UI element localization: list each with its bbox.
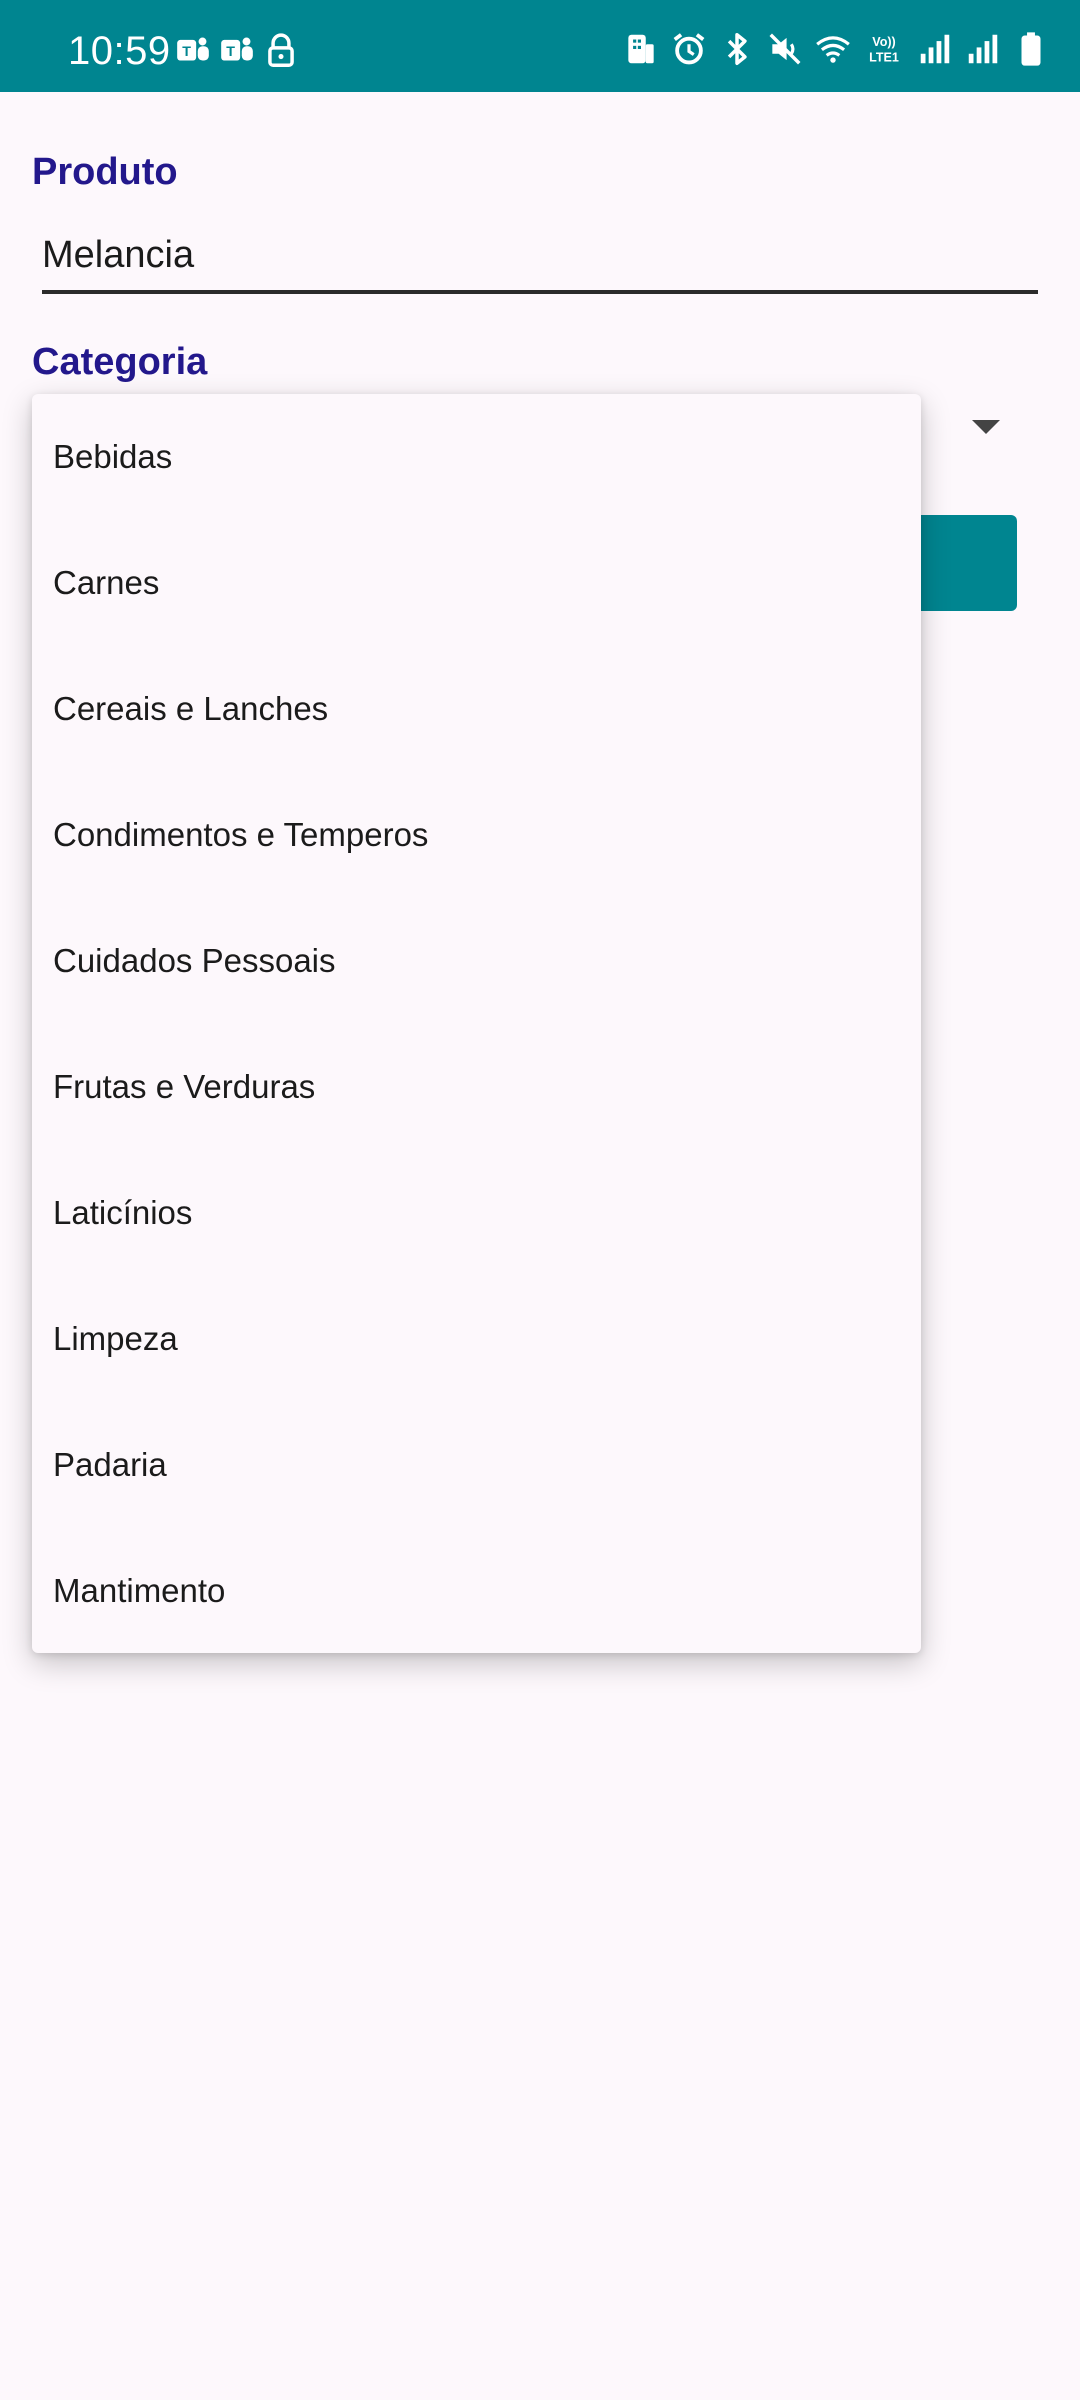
lock-icon [262, 32, 300, 70]
product-label: Produto [32, 151, 178, 193]
product-input-value: Melancia [42, 234, 195, 276]
svg-text:T: T [182, 44, 191, 60]
svg-text:Vo)): Vo)) [872, 35, 896, 49]
dropdown-item-bebidas[interactable]: Bebidas [32, 394, 921, 520]
volte-icon: Vo)) LTE1 [862, 30, 906, 68]
status-bar: 10:59 T T Vo)) LTE1 [0, 0, 1080, 92]
battery-icon [1012, 30, 1050, 68]
teams-icon: T [174, 32, 212, 70]
dropdown-item-condimentos[interactable]: Condimentos e Temperos [32, 772, 921, 898]
chevron-down-icon[interactable] [972, 420, 1000, 434]
signal-icon [916, 30, 954, 68]
wifi-icon [814, 30, 852, 68]
teams-icon: T [218, 32, 256, 70]
dropdown-item-limpeza[interactable]: Limpeza [32, 1276, 921, 1402]
alarm-icon [670, 30, 708, 68]
svg-text:LTE1: LTE1 [869, 51, 899, 65]
bluetooth-icon [718, 30, 756, 68]
dropdown-item-cuidados[interactable]: Cuidados Pessoais [32, 898, 921, 1024]
status-time: 10:59 [68, 29, 171, 73]
svg-text:T: T [226, 44, 235, 60]
dropdown-item-cereais[interactable]: Cereais e Lanches [32, 646, 921, 772]
category-label: Categoria [32, 341, 208, 383]
signal-icon [964, 30, 1002, 68]
dropdown-item-laticinios[interactable]: Laticínios [32, 1150, 921, 1276]
dropdown-item-mantimento[interactable]: Mantimento [32, 1528, 921, 1654]
product-input[interactable]: Melancia [42, 228, 1038, 294]
dropdown-item-carnes[interactable]: Carnes [32, 520, 921, 646]
category-dropdown-menu: Bebidas Carnes Cereais e Lanches Condime… [32, 394, 921, 1653]
dropdown-item-frutas[interactable]: Frutas e Verduras [32, 1024, 921, 1150]
dropdown-item-padaria[interactable]: Padaria [32, 1402, 921, 1528]
mute-icon [766, 30, 804, 68]
building-icon [622, 30, 660, 68]
